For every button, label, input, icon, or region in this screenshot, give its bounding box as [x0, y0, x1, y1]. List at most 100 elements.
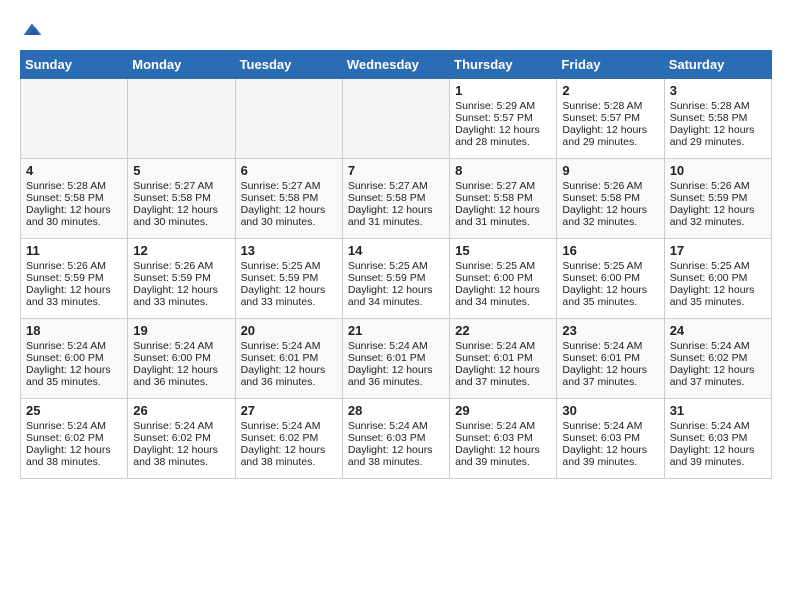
calendar-header-cell: Monday — [128, 51, 235, 79]
day-info: Sunset: 6:02 PM — [670, 352, 766, 364]
day-info: Sunset: 6:01 PM — [562, 352, 658, 364]
day-info: Sunset: 5:58 PM — [26, 192, 122, 204]
calendar-day-cell: 21Sunrise: 5:24 AMSunset: 6:01 PMDayligh… — [342, 319, 449, 399]
calendar-header: SundayMondayTuesdayWednesdayThursdayFrid… — [21, 51, 772, 79]
day-number: 23 — [562, 323, 658, 338]
calendar-week-row: 1Sunrise: 5:29 AMSunset: 5:57 PMDaylight… — [21, 79, 772, 159]
day-info: Sunrise: 5:24 AM — [348, 420, 444, 432]
day-number: 2 — [562, 83, 658, 98]
day-info: Daylight: 12 hours and 39 minutes. — [670, 444, 766, 468]
day-info: Sunrise: 5:24 AM — [562, 340, 658, 352]
calendar-header-cell: Friday — [557, 51, 664, 79]
day-number: 10 — [670, 163, 766, 178]
day-info: Sunset: 5:57 PM — [562, 112, 658, 124]
day-info: Daylight: 12 hours and 39 minutes. — [562, 444, 658, 468]
day-info: Daylight: 12 hours and 35 minutes. — [26, 364, 122, 388]
day-info: Sunrise: 5:24 AM — [348, 340, 444, 352]
day-info: Sunrise: 5:25 AM — [670, 260, 766, 272]
day-info: Sunset: 6:00 PM — [670, 272, 766, 284]
calendar-day-cell: 17 Sunrise: 5:25 AMSunset: 6:00 PMDayligh… — [664, 239, 771, 319]
day-number: 3 — [670, 83, 766, 98]
day-info: Sunset: 6:01 PM — [455, 352, 551, 364]
day-info: Daylight: 12 hours and 33 minutes. — [133, 284, 229, 308]
calendar-week-row: 25Sunrise: 5:24 AMSunset: 6:02 PMDayligh… — [21, 399, 772, 479]
day-info: Daylight: 12 hours and 38 minutes. — [348, 444, 444, 468]
day-info: Daylight: 12 hours and 29 minutes. — [562, 124, 658, 148]
day-info: Sunrise: 5:26 AM — [670, 180, 766, 192]
day-info: Daylight: 12 hours and 31 minutes. — [348, 204, 444, 228]
day-info: Sunrise: 5:24 AM — [670, 340, 766, 352]
day-number: 27 — [241, 403, 337, 418]
calendar-day-cell — [342, 79, 449, 159]
day-info: Daylight: 12 hours and 38 minutes. — [133, 444, 229, 468]
calendar-day-cell: 30Sunrise: 5:24 AMSunset: 6:03 PMDayligh… — [557, 399, 664, 479]
day-number: 14 — [348, 243, 444, 258]
day-number: 12 — [133, 243, 229, 258]
day-number: 5 — [133, 163, 229, 178]
calendar-day-cell: 27Sunrise: 5:24 AMSunset: 6:02 PMDayligh… — [235, 399, 342, 479]
day-info: Sunset: 5:58 PM — [133, 192, 229, 204]
logo-icon — [22, 20, 42, 40]
calendar-day-cell: 18Sunrise: 5:24 AMSunset: 6:00 PMDayligh… — [21, 319, 128, 399]
day-info: Sunset: 5:59 PM — [670, 192, 766, 204]
day-info: Sunset: 6:00 PM — [133, 352, 229, 364]
day-info: Sunset: 6:01 PM — [348, 352, 444, 364]
day-info: Sunset: 5:58 PM — [670, 112, 766, 124]
calendar-day-cell: 5Sunrise: 5:27 AMSunset: 5:58 PMDaylight… — [128, 159, 235, 239]
day-number: 4 — [26, 163, 122, 178]
calendar-day-cell: 12Sunrise: 5:26 AMSunset: 5:59 PMDayligh… — [128, 239, 235, 319]
day-info: Sunset: 5:59 PM — [26, 272, 122, 284]
calendar-day-cell: 4Sunrise: 5:28 AMSunset: 5:58 PMDaylight… — [21, 159, 128, 239]
day-info: Daylight: 12 hours and 35 minutes. — [562, 284, 658, 308]
calendar-day-cell: 28Sunrise: 5:24 AMSunset: 6:03 PMDayligh… — [342, 399, 449, 479]
calendar-day-cell: 8Sunrise: 5:27 AMSunset: 5:58 PMDaylight… — [450, 159, 557, 239]
day-number: 18 — [26, 323, 122, 338]
day-info: Sunrise: 5:27 AM — [455, 180, 551, 192]
day-number: 7 — [348, 163, 444, 178]
day-number: 22 — [455, 323, 551, 338]
day-info: Sunrise: 5:29 AM — [455, 100, 551, 112]
day-info: Sunrise: 5:27 AM — [348, 180, 444, 192]
day-number: 20 — [241, 323, 337, 338]
day-info: Daylight: 12 hours and 37 minutes. — [670, 364, 766, 388]
day-info: Daylight: 12 hours and 38 minutes. — [26, 444, 122, 468]
calendar-header-cell: Tuesday — [235, 51, 342, 79]
day-info: Sunset: 6:02 PM — [241, 432, 337, 444]
day-info: Sunrise: 5:25 AM — [562, 260, 658, 272]
day-info: Sunset: 6:03 PM — [455, 432, 551, 444]
day-info: Sunrise: 5:26 AM — [562, 180, 658, 192]
day-info: Sunrise: 5:24 AM — [670, 420, 766, 432]
calendar-header-cell: Sunday — [21, 51, 128, 79]
day-info: Daylight: 12 hours and 36 minutes. — [241, 364, 337, 388]
day-info: Sunrise: 5:27 AM — [241, 180, 337, 192]
day-info: Sunset: 5:58 PM — [455, 192, 551, 204]
day-number: 17 — [670, 243, 766, 258]
day-info: Sunrise: 5:24 AM — [133, 340, 229, 352]
calendar-day-cell: 15Sunrise: 5:25 AMSunset: 6:00 PMDayligh… — [450, 239, 557, 319]
day-info: Daylight: 12 hours and 29 minutes. — [670, 124, 766, 148]
calendar-day-cell: 2 Sunrise: 5:28 AMSunset: 5:57 PMDaylight… — [557, 79, 664, 159]
calendar-header-cell: Saturday — [664, 51, 771, 79]
day-info: Sunrise: 5:28 AM — [670, 100, 766, 112]
day-info: Sunrise: 5:28 AM — [562, 100, 658, 112]
day-info: Sunrise: 5:24 AM — [562, 420, 658, 432]
calendar-day-cell: 13Sunrise: 5:25 AMSunset: 5:59 PMDayligh… — [235, 239, 342, 319]
day-number: 6 — [241, 163, 337, 178]
calendar-day-cell: 24Sunrise: 5:24 AMSunset: 6:02 PMDayligh… — [664, 319, 771, 399]
day-info: Sunset: 5:59 PM — [348, 272, 444, 284]
day-info: Daylight: 12 hours and 30 minutes. — [26, 204, 122, 228]
calendar-week-row: 18Sunrise: 5:24 AMSunset: 6:00 PMDayligh… — [21, 319, 772, 399]
calendar-week-row: 11Sunrise: 5:26 AMSunset: 5:59 PMDayligh… — [21, 239, 772, 319]
day-info: Daylight: 12 hours and 36 minutes. — [133, 364, 229, 388]
day-number: 13 — [241, 243, 337, 258]
day-number: 26 — [133, 403, 229, 418]
day-info: Daylight: 12 hours and 34 minutes. — [348, 284, 444, 308]
day-info: Daylight: 12 hours and 33 minutes. — [26, 284, 122, 308]
calendar-day-cell: 26Sunrise: 5:24 AMSunset: 6:02 PMDayligh… — [128, 399, 235, 479]
day-info: Daylight: 12 hours and 30 minutes. — [241, 204, 337, 228]
calendar-day-cell: 9Sunrise: 5:26 AMSunset: 5:58 PMDaylight… — [557, 159, 664, 239]
day-info: Daylight: 12 hours and 35 minutes. — [670, 284, 766, 308]
day-number: 25 — [26, 403, 122, 418]
calendar-day-cell: 6Sunrise: 5:27 AMSunset: 5:58 PMDaylight… — [235, 159, 342, 239]
day-info: Sunset: 6:02 PM — [26, 432, 122, 444]
